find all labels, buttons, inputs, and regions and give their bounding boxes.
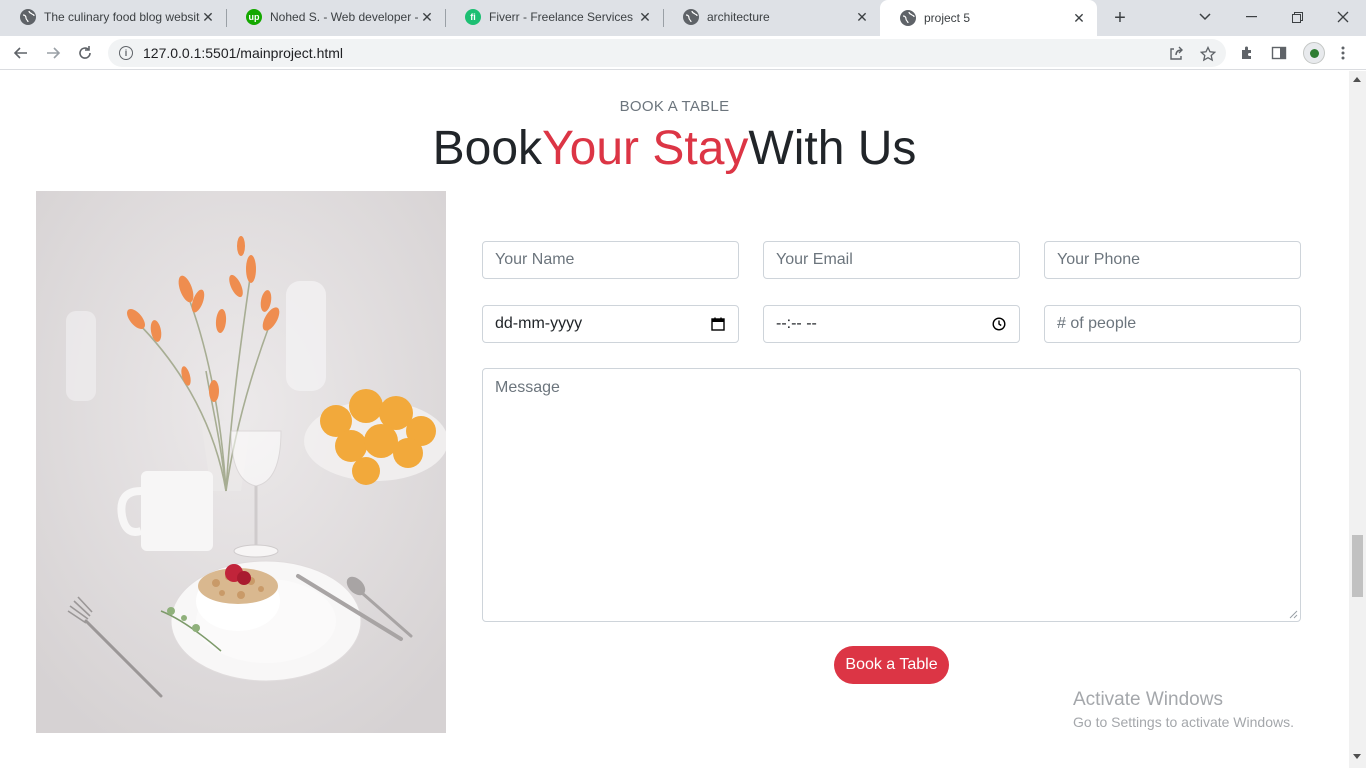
tab-search-icon[interactable] [1191, 4, 1219, 30]
heading-accent: Your Stay [542, 122, 749, 175]
tab-title: Fiverr - Freelance Services Marketplace [489, 10, 637, 24]
bookmark-star-icon[interactable] [1199, 45, 1217, 63]
site-info-icon[interactable]: i [119, 46, 133, 60]
people-input[interactable]: # of people [1044, 305, 1301, 343]
side-panel-icon[interactable] [1269, 43, 1289, 63]
table-setting-photo [36, 191, 446, 733]
time-input[interactable]: --:-- -- [763, 305, 1020, 343]
profile-avatar[interactable] [1303, 42, 1325, 64]
name-input[interactable]: Your Name [482, 241, 739, 279]
back-button[interactable] [8, 40, 34, 66]
forward-button[interactable] [40, 40, 66, 66]
scroll-down-icon[interactable] [1353, 754, 1361, 759]
tab-fiverr[interactable]: fi Fiverr - Freelance Services Marketpla… [445, 0, 663, 34]
watermark-line-2: Go to Settings to activate Windows. [1073, 714, 1294, 730]
message-placeholder: Message [495, 379, 560, 396]
close-tab-icon[interactable]: ✕ [1071, 10, 1087, 26]
clock-icon[interactable] [991, 316, 1007, 332]
share-icon[interactable] [1167, 45, 1185, 63]
globe-icon [20, 9, 36, 25]
browser-tab-strip: The culinary food blog website ✕ up Nohe… [0, 0, 1366, 36]
tab-culinary-blog[interactable]: The culinary food blog website ✕ [0, 0, 226, 34]
heading-part-2: With Us [748, 122, 917, 175]
fiverr-icon: fi [465, 9, 481, 25]
message-textarea[interactable]: Message [482, 368, 1301, 622]
watermark-line-1: Activate Windows [1073, 689, 1223, 710]
time-value: --:-- -- [776, 315, 817, 332]
page-scrollbar[interactable] [1349, 71, 1366, 768]
tab-title: Nohed S. - Web developer - Upwork [270, 10, 419, 24]
menu-kebab-icon[interactable] [1333, 43, 1353, 63]
globe-icon [683, 9, 699, 25]
heading-part-1: Book [432, 122, 543, 175]
email-input[interactable]: Your Email [763, 241, 1020, 279]
tab-title: The culinary food blog website [44, 10, 200, 24]
date-input[interactable]: dd-mm-yyyy [482, 305, 739, 343]
section-eyebrow: BOOK A TABLE [619, 98, 730, 115]
close-tab-icon[interactable]: ✕ [637, 9, 653, 25]
close-tab-icon[interactable]: ✕ [419, 9, 435, 25]
scroll-up-icon[interactable] [1353, 77, 1361, 82]
close-tab-icon[interactable]: ✕ [854, 9, 870, 25]
tab-project-5[interactable]: project 5 ✕ [880, 0, 1097, 36]
calendar-icon[interactable] [710, 316, 726, 332]
restore-button[interactable] [1283, 4, 1311, 30]
tab-upwork[interactable]: up Nohed S. - Web developer - Upwork ✕ [226, 0, 445, 34]
resize-grip-icon[interactable] [1289, 610, 1298, 619]
close-tab-icon[interactable]: ✕ [200, 9, 216, 25]
section-heading: BookYour StayWith Us [0, 121, 1349, 177]
tab-title: project 5 [924, 11, 971, 25]
minimize-button[interactable] [1237, 4, 1265, 30]
reload-button[interactable] [72, 40, 98, 66]
browser-toolbar: i 127.0.0.1:5501/mainproject.html [0, 36, 1366, 70]
url-text: 127.0.0.1:5501/mainproject.html [143, 45, 344, 61]
scroll-thumb[interactable] [1352, 535, 1363, 597]
close-window-button[interactable] [1329, 4, 1357, 30]
book-table-button[interactable]: Book a Table [834, 646, 949, 684]
tab-architecture[interactable]: architecture ✕ [663, 0, 880, 34]
tab-title: architecture [707, 10, 770, 24]
page-content: BOOK A TABLE BookYour StayWith Us Your N… [0, 71, 1349, 768]
new-tab-button[interactable]: + [1108, 6, 1132, 30]
date-value: dd-mm-yyyy [495, 315, 583, 332]
windows-activation-watermark: Activate Windows Go to Settings to activ… [1073, 689, 1294, 730]
extensions-icon[interactable] [1237, 43, 1257, 63]
phone-input[interactable]: Your Phone [1044, 241, 1301, 279]
globe-icon [900, 10, 916, 26]
upwork-icon: up [246, 9, 262, 25]
address-bar[interactable]: i 127.0.0.1:5501/mainproject.html [108, 39, 1226, 67]
